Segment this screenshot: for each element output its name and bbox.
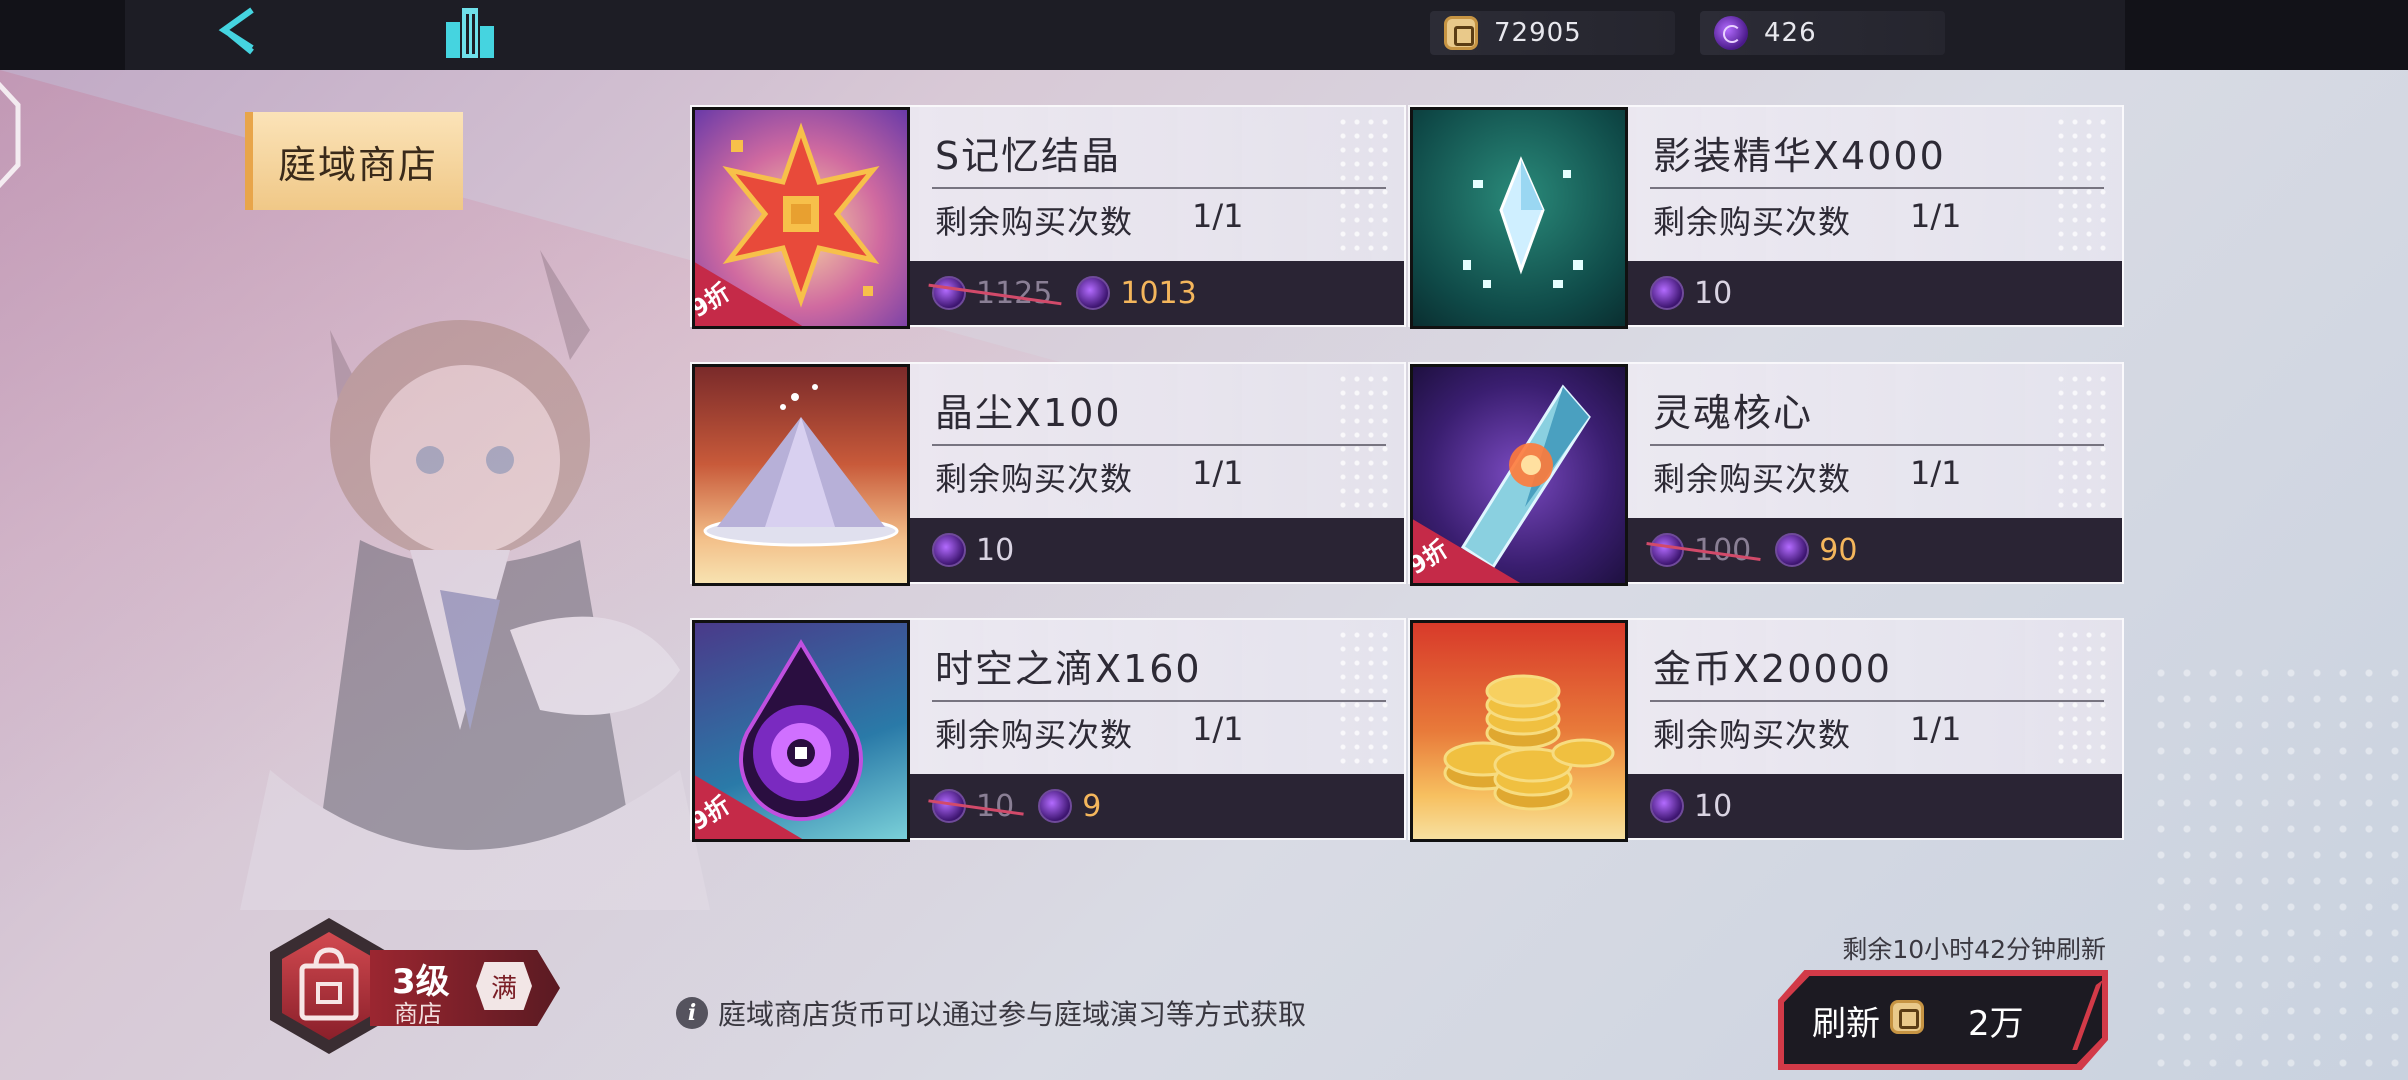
currency-info-text: 庭域商店货币可以通过参与庭域演习等方式获取 xyxy=(718,998,1307,1031)
item-thumbnail: 9折 xyxy=(1410,364,1628,586)
price-bar: 1125 1013 xyxy=(910,261,1404,325)
shop-item-card[interactable]: 影装精华X4000 剩余购买次数 1/1 10 xyxy=(1408,105,2124,329)
character-illustration xyxy=(240,250,710,910)
discount-price: 9 xyxy=(1082,788,1102,824)
purple-gem-icon xyxy=(932,276,966,310)
purchase-limit-label: 剩余购买次数 xyxy=(935,203,1134,241)
divider xyxy=(1650,700,2104,702)
purple-gem-icon xyxy=(1775,533,1810,567)
purple-gem-icon xyxy=(1650,276,1684,310)
divider xyxy=(932,187,1386,189)
card-dot-pattern xyxy=(2054,628,2114,768)
card-dot-pattern xyxy=(1336,372,1396,512)
item-name: 影装精华X4000 xyxy=(1653,134,1946,178)
max-level-tag: 满 xyxy=(476,962,532,1010)
divider xyxy=(1650,187,2104,189)
purple-gem-icon xyxy=(1650,789,1684,823)
discount-price: 1013 xyxy=(1120,275,1197,311)
gem-amount: 426 xyxy=(1764,18,1817,48)
purchase-limit-label: 剩余购买次数 xyxy=(1653,203,1852,241)
item-price: 10 xyxy=(976,532,1015,568)
divider xyxy=(932,444,1386,446)
card-dot-pattern xyxy=(2054,115,2114,255)
domain-coin-icon xyxy=(1444,16,1478,50)
domain-coin-amount: 72905 xyxy=(1494,18,1582,48)
shop-item-card[interactable]: 9折 灵魂核心 剩余购买次数 1/1 100 90 xyxy=(1408,362,2124,586)
purchase-limit-label: 剩余购买次数 xyxy=(1653,460,1852,498)
purple-gem-icon xyxy=(1076,276,1111,310)
card-dot-pattern xyxy=(1336,628,1396,768)
currency-info: i 庭域商店货币可以通过参与庭域演习等方式获取 xyxy=(676,993,1306,1033)
domain-coin-icon xyxy=(1890,1000,1924,1034)
card-dot-pattern xyxy=(1336,115,1396,255)
purchase-limit-value: 1/1 xyxy=(1910,197,1962,235)
item-name: 金币X20000 xyxy=(1653,647,1892,691)
purchase-limit-value: 1/1 xyxy=(1192,197,1244,235)
purple-gem-icon xyxy=(1714,16,1748,50)
gem-balance: 426 xyxy=(1700,11,1945,55)
gold-coins-icon xyxy=(1443,674,1615,811)
price-bar: 10 9 xyxy=(910,774,1404,838)
price-bar: 10 xyxy=(1628,261,2122,325)
original-price: 10 xyxy=(928,789,1024,824)
original-price: 1125 xyxy=(928,276,1062,311)
shop-item-card[interactable]: 金币X20000 剩余购买次数 1/1 10 xyxy=(1408,618,2124,842)
purple-gem-icon xyxy=(932,533,966,567)
shop-title: 庭域商店 xyxy=(245,112,463,210)
purchase-limit-label: 剩余购买次数 xyxy=(935,460,1134,498)
item-thumbnail xyxy=(692,364,910,586)
item-thumbnail xyxy=(1410,107,1628,329)
purchase-limit-value: 1/1 xyxy=(1910,454,1962,492)
item-name: 晶尘X100 xyxy=(935,391,1122,435)
purchase-limit-value: 1/1 xyxy=(1192,454,1244,492)
info-icon: i xyxy=(676,997,708,1029)
item-name: S记忆结晶 xyxy=(935,134,1122,178)
crystal-dust-pile-icon xyxy=(703,384,899,547)
purple-gem-icon xyxy=(1650,533,1684,567)
back-arrow-icon xyxy=(218,7,254,55)
purchase-limit-value: 1/1 xyxy=(1910,710,1962,748)
shop-level-badge[interactable]: 3级 商店 满 xyxy=(270,918,560,1058)
discount-price: 90 xyxy=(1819,532,1858,568)
background-dot-pattern xyxy=(2148,660,2408,1080)
item-price: 10 xyxy=(1694,275,1733,311)
original-price: 100 xyxy=(1646,533,1761,568)
price-bar: 100 90 xyxy=(1628,518,2122,582)
refresh-button[interactable]: 刷新 2万 xyxy=(1778,970,2108,1070)
price-bar: 10 xyxy=(1628,774,2122,838)
shop-item-card[interactable]: 9折 时空之滴X160 剩余购买次数 1/1 10 9 xyxy=(690,618,1406,842)
card-dot-pattern xyxy=(2054,372,2114,512)
item-name: 灵魂核心 xyxy=(1653,391,1814,435)
shop-item-card[interactable]: 晶尘X100 剩余购买次数 1/1 10 xyxy=(690,362,1406,586)
purchase-limit-label: 剩余购买次数 xyxy=(1653,716,1852,754)
domain-coin-balance: 72905 xyxy=(1430,11,1675,55)
shop-level-label: 商店 xyxy=(394,1000,442,1028)
purple-gem-icon xyxy=(1038,789,1073,823)
side-hex-icon xyxy=(0,81,21,189)
purchase-limit-value: 1/1 xyxy=(1192,710,1244,748)
home-button[interactable] xyxy=(432,0,512,64)
back-button[interactable] xyxy=(200,0,280,64)
item-name: 时空之滴X160 xyxy=(935,647,1202,691)
divider xyxy=(932,700,1386,702)
divider xyxy=(1650,444,2104,446)
refresh-label: 刷新 xyxy=(1812,1004,1880,1044)
refresh-countdown: 剩余10小时42分钟刷新 xyxy=(1842,935,2106,964)
shop-item-card[interactable]: 9折 S记忆结晶 剩余购买次数 1/1 1125 1013 xyxy=(690,105,1406,329)
top-bar: 72905 426 xyxy=(0,0,2408,70)
refresh-cost: 2万 xyxy=(1968,1004,2024,1044)
item-thumbnail: 9折 xyxy=(692,620,910,842)
item-price: 10 xyxy=(1694,788,1733,824)
purchase-limit-label: 剩余购买次数 xyxy=(935,716,1134,754)
price-bar: 10 xyxy=(910,518,1404,582)
item-thumbnail: 9折 xyxy=(692,107,910,329)
city-buildings-icon xyxy=(446,8,494,58)
item-thumbnail xyxy=(1410,620,1628,842)
shadow-essence-crystal-icon xyxy=(1463,156,1583,288)
